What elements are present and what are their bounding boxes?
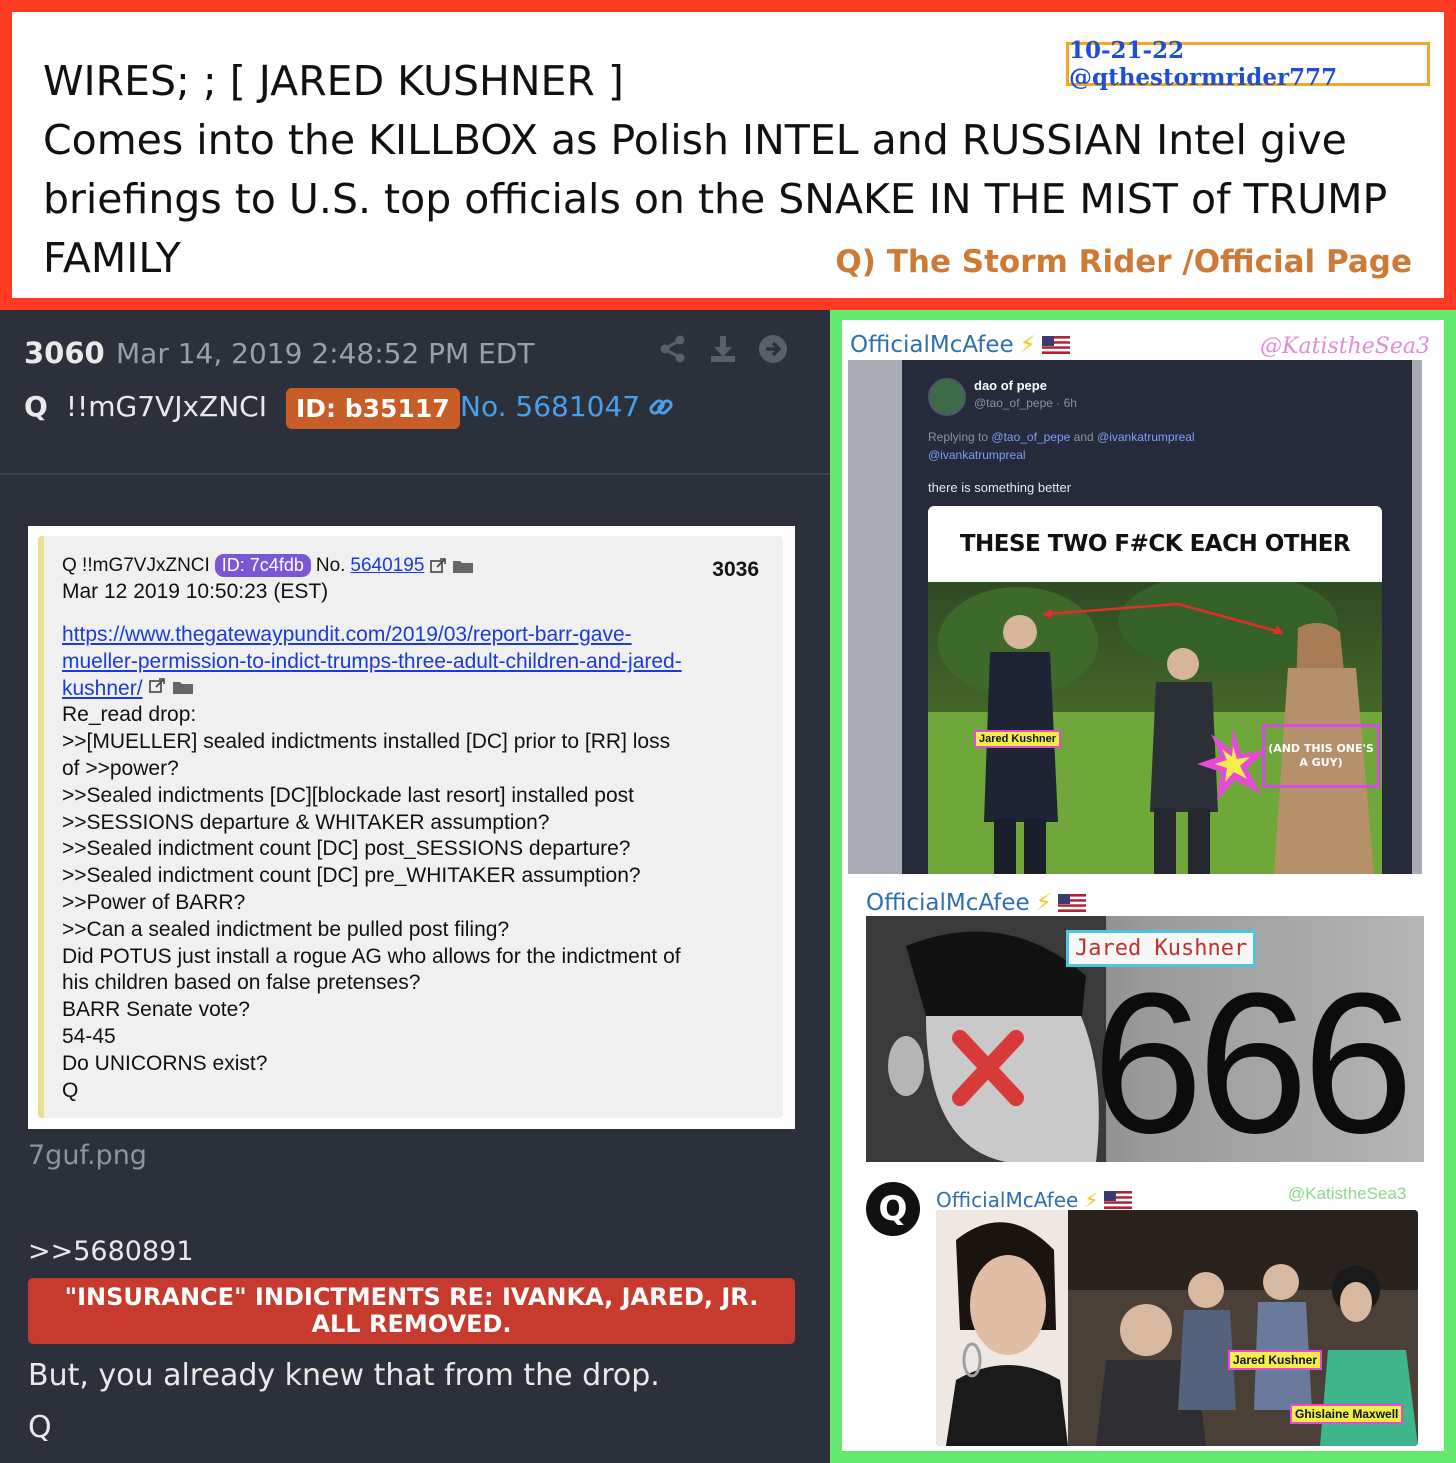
post-no-label: No. 5681047 bbox=[460, 390, 641, 423]
mention: @ivankatrumpreal bbox=[1097, 430, 1195, 444]
reply-prefix: Replying to bbox=[928, 430, 989, 444]
author-name: OfficialMcAfee bbox=[866, 890, 1030, 916]
quoted-post-image: Q !!mG7VJxZNCI ID: 7c4fdb No. 5640195 30… bbox=[28, 526, 795, 1129]
article-link-row: kushner/ bbox=[62, 676, 770, 703]
quoted-line: Did POTUS just install a rogue AG who al… bbox=[62, 944, 681, 968]
mention: @ivankatrumpreal bbox=[928, 448, 1026, 462]
reply-and: and bbox=[1073, 430, 1094, 444]
quoted-date: Mar 12 2019 10:50:23 (EST) bbox=[62, 580, 329, 603]
quoted-header: Q !!mG7VJxZNCI ID: 7c4fdb No. 5640195 bbox=[62, 554, 474, 577]
quoted-line: Q bbox=[62, 1078, 79, 1102]
quoted-line: >>SESSIONS departure & WHITAKER assumpti… bbox=[62, 810, 550, 834]
headline-line: briefings to U.S. top officials on the S… bbox=[43, 175, 1388, 223]
quoted-line: Re_read drop: bbox=[62, 703, 197, 727]
image-666: Jared Kushner 666 bbox=[866, 916, 1424, 1162]
headline-line: Comes into the KILLBOX as Polish INTEL a… bbox=[43, 116, 1347, 164]
folder-icon bbox=[173, 681, 194, 694]
quoted-post: Q !!mG7VJxZNCI ID: 7c4fdb No. 5640195 30… bbox=[38, 536, 783, 1118]
tweet-screenshot: dao of pepe @tao_of_pepe · 6h Replying t… bbox=[848, 360, 1422, 874]
quoted-line: >>Can a sealed indictment be pulled post… bbox=[62, 917, 510, 941]
share-icon[interactable] bbox=[656, 332, 690, 366]
post-number: 3060 bbox=[24, 336, 105, 370]
post-link[interactable]: No. 5681047 bbox=[460, 390, 676, 423]
download-icon[interactable] bbox=[706, 332, 740, 366]
photo-collage: Jared Kushner Ghislaine Maxwell bbox=[936, 1210, 1418, 1446]
label-jared-kushner: Jared Kushner bbox=[1228, 1350, 1323, 1370]
headline-line: WIRES; ; [ JARED KUSHNER ] bbox=[43, 57, 624, 105]
quoted-line: >>[MUELLER] sealed indictments installed… bbox=[62, 730, 671, 754]
author-name: OfficialMcAfee bbox=[936, 1188, 1079, 1212]
collage-content: OfficialMcAfee ⚡ @KatistheSea3 dao of pe… bbox=[842, 320, 1444, 1451]
page-credit: Q) The Storm Rider /Official Page bbox=[835, 244, 1412, 280]
article-link[interactable]: https://www.thegatewaypundit.com/2019/03… bbox=[62, 622, 770, 649]
quoted-line: >>Sealed indictment count [DC] post_SESS… bbox=[62, 837, 631, 861]
quoted-author: Q !!mG7VJxZNCI bbox=[62, 554, 210, 576]
post-text: But, you already knew that from the drop… bbox=[28, 1358, 660, 1393]
author-line: OfficialMcAfee ⚡ bbox=[850, 332, 1070, 358]
quoted-id-badge: ID: 7c4fdb bbox=[214, 554, 311, 577]
label-ghislaine-maxwell: Ghislaine Maxwell bbox=[1290, 1404, 1404, 1424]
quoted-line: 54-45 bbox=[62, 1024, 116, 1048]
avatar bbox=[928, 378, 966, 416]
us-flag-icon bbox=[1057, 894, 1086, 912]
author-line: OfficialMcAfee ⚡ bbox=[936, 1188, 1133, 1212]
q-logo-icon: Q bbox=[866, 1182, 920, 1236]
tripcode: !!mG7VJxZNCI bbox=[65, 390, 267, 423]
id-badge: ID: b35117 bbox=[286, 388, 460, 429]
label-jared-kushner: Jared Kushner bbox=[974, 730, 1062, 748]
lightning-icon: ⚡ bbox=[1084, 1188, 1099, 1212]
watermark: @KatistheSea3 bbox=[1260, 334, 1430, 359]
q-post-panel: 3060 Mar 14, 2019 2:48:52 PM EDT Q !!mG7V… bbox=[0, 310, 830, 1463]
quoted-no-prefix: No. bbox=[315, 554, 346, 576]
folder-icon bbox=[453, 560, 474, 573]
forward-icon[interactable] bbox=[756, 332, 790, 366]
quoted-line: BARR Senate vote? bbox=[62, 998, 250, 1022]
image-filename[interactable]: 7guf.png bbox=[28, 1140, 147, 1171]
lightning-icon: ⚡ bbox=[1035, 890, 1052, 916]
label-guy: (AND THIS ONE'S A GUY) bbox=[1262, 724, 1380, 788]
quoted-line: >>Power of BARR? bbox=[62, 890, 246, 914]
quoted-post-link[interactable]: 5640195 bbox=[350, 555, 424, 577]
quoted-line: >>Sealed indictments [DC][blockade last … bbox=[62, 783, 634, 807]
author-line: OfficialMcAfee ⚡ bbox=[866, 890, 1086, 916]
us-flag-icon bbox=[1104, 1191, 1133, 1209]
quoted-line: Do UNICORNS exist? bbox=[62, 1051, 268, 1075]
post-date: Mar 14, 2019 2:48:52 PM EDT bbox=[116, 337, 535, 370]
author-letter: Q bbox=[24, 390, 48, 423]
reply-reference[interactable]: >>5680891 bbox=[28, 1236, 194, 1267]
external-link-icon bbox=[430, 557, 447, 573]
quoted-number: 3036 bbox=[712, 558, 759, 581]
quoted-line: his children based on false pretenses? bbox=[62, 971, 421, 995]
collage-panel: OfficialMcAfee ⚡ @KatistheSea3 dao of pe… bbox=[830, 310, 1456, 1463]
tweet-text: there is something better bbox=[928, 480, 1072, 495]
tweet-author: dao of pepe bbox=[974, 378, 1047, 393]
red-headline-banner: "INSURANCE" INDICTMENTS RE: IVANKA, JARE… bbox=[28, 1278, 795, 1344]
link-icon bbox=[649, 398, 673, 415]
quoted-body: https://www.thegatewaypundit.com/2019/03… bbox=[62, 622, 770, 1104]
post-actions bbox=[656, 332, 790, 366]
mention: @tao_of_pepe bbox=[991, 430, 1071, 444]
meme-image: THESE TWO F#CK EACH OTHER Jared Kushner … bbox=[928, 506, 1382, 874]
number-666: 666 bbox=[1092, 952, 1414, 1163]
tweet-reply-to: Replying to @tao_of_pepe and @ivankatrum… bbox=[928, 428, 1398, 464]
external-link-icon bbox=[149, 677, 166, 693]
post-meta: 3060 Mar 14, 2019 2:48:52 PM EDT Q !!mG7V… bbox=[0, 310, 830, 475]
quoted-line: of >>power? bbox=[62, 756, 179, 780]
article-link[interactable]: kushner/ bbox=[62, 677, 143, 700]
header-banner: 10-21-22 @qthestormrider777 WIRES; ; [ J… bbox=[0, 0, 1456, 310]
post-author: Q !!mG7VJxZNCI bbox=[24, 390, 267, 423]
article-link[interactable]: mueller-permission-to-indict-trumps-thre… bbox=[62, 649, 770, 676]
quoted-line: >>Sealed indictment count [DC] pre_WHITA… bbox=[62, 864, 641, 888]
post-signature: Q bbox=[28, 1410, 52, 1445]
tweet-handle: @tao_of_pepe · 6h bbox=[974, 396, 1077, 410]
us-flag-icon bbox=[1041, 336, 1070, 354]
author-name: OfficialMcAfee bbox=[850, 332, 1014, 358]
tweet-body: dao of pepe @tao_of_pepe · 6h Replying t… bbox=[902, 360, 1412, 874]
watermark: @KatistheSea3 bbox=[1288, 1184, 1407, 1203]
meme-title: THESE TWO F#CK EACH OTHER bbox=[959, 531, 1351, 557]
lightning-icon: ⚡ bbox=[1019, 332, 1036, 358]
